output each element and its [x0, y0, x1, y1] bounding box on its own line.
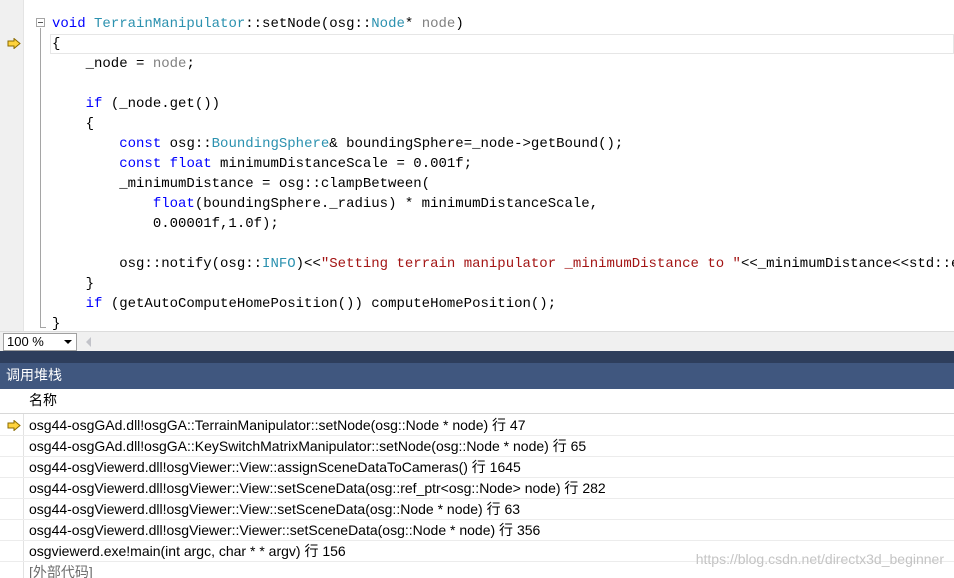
- code-token: float: [169, 156, 212, 172]
- code-line[interactable]: [52, 234, 954, 254]
- code-token: if: [85, 296, 103, 312]
- code-line[interactable]: }: [52, 314, 954, 331]
- outline-margin: [24, 0, 46, 331]
- chevron-down-icon: [64, 340, 72, 344]
- callstack-panel: 名称 osg44-osgGAd.dll!osgGA::TerrainManipu…: [0, 389, 954, 578]
- current-statement-arrow-icon: [7, 38, 21, 49]
- code-line[interactable]: if (_node.get()): [52, 94, 954, 114]
- scroll-left-icon[interactable]: [86, 337, 91, 347]
- outline-line: [40, 28, 41, 328]
- code-token: ;: [186, 56, 195, 72]
- watermark: https://blog.csdn.net/directx3d_beginner: [695, 551, 944, 567]
- code-token: & boundingSphere=_node->getBound();: [329, 136, 624, 152]
- panel-splitter[interactable]: [0, 351, 954, 363]
- callstack-header[interactable]: 名称: [0, 389, 954, 414]
- current-frame-arrow-icon: [7, 420, 21, 431]
- code-token: osg::: [161, 136, 212, 152]
- frame-name: osg44-osgViewerd.dll!osgViewer::View::se…: [29, 480, 606, 496]
- outline-end: [40, 327, 46, 328]
- code-token: INFO: [262, 256, 296, 272]
- code-token: osg::notify(osg::: [52, 256, 263, 272]
- code-token: const: [119, 136, 162, 152]
- code-token: {: [52, 36, 61, 52]
- zoom-value: 100 %: [7, 334, 44, 349]
- code-line[interactable]: void TerrainManipulator::setNode(osg::No…: [52, 14, 954, 34]
- zoom-dropdown[interactable]: 100 %: [3, 333, 77, 351]
- callstack-row[interactable]: osg44-osgGAd.dll!osgGA::KeySwitchMatrixM…: [0, 436, 954, 457]
- code-token: TerrainManipulator: [94, 16, 246, 32]
- code-token: }: [52, 276, 95, 292]
- code-line[interactable]: }: [52, 274, 954, 294]
- callstack-row[interactable]: osg44-osgViewerd.dll!osgViewer::View::se…: [0, 478, 954, 499]
- code-token: )<<: [295, 256, 321, 272]
- frame-name: osg44-osgGAd.dll!osgGA::TerrainManipulat…: [29, 417, 526, 433]
- callstack-row[interactable]: osg44-osgViewerd.dll!osgViewer::View::as…: [0, 457, 954, 478]
- code-token: node: [152, 56, 187, 72]
- name-column-header[interactable]: 名称: [29, 389, 57, 414]
- code-line[interactable]: const osg::BoundingSphere& boundingSpher…: [52, 134, 954, 154]
- code-line[interactable]: 0.00001f,1.0f);: [52, 214, 954, 234]
- code-token: (_node.get()): [102, 96, 221, 112]
- code-token: {: [52, 116, 95, 132]
- code-token: "Setting terrain manipulator _minimumDis…: [320, 256, 741, 272]
- code-token: 0.00001f,1.0f);: [52, 216, 279, 232]
- code-token: *: [404, 16, 422, 32]
- code-line[interactable]: float(boundingSphere._radius) * minimumD…: [52, 194, 954, 214]
- frame-name: osg44-osgViewerd.dll!osgViewer::Viewer::…: [29, 522, 541, 538]
- code-token: node: [421, 16, 456, 32]
- code-token: minimumDistanceScale = 0.001f;: [211, 156, 473, 172]
- code-token: _node =: [52, 56, 153, 72]
- callstack-row[interactable]: osg44-osgViewerd.dll!osgViewer::Viewer::…: [0, 520, 954, 541]
- code-token: (boundingSphere._radius) * minimumDistan…: [194, 196, 599, 212]
- code-token: Node: [371, 16, 405, 32]
- code-line[interactable]: {: [52, 34, 954, 54]
- frame-name: [外部代码]: [29, 564, 93, 578]
- code-text[interactable]: void TerrainManipulator::setNode(osg::No…: [52, 14, 954, 331]
- code-token: const: [119, 156, 162, 172]
- code-token: void: [52, 16, 86, 32]
- callstack-row[interactable]: osg44-osgViewerd.dll!osgViewer::View::se…: [0, 499, 954, 520]
- code-token: BoundingSphere: [211, 136, 330, 152]
- frame-name: osg44-osgViewerd.dll!osgViewer::View::as…: [29, 459, 521, 475]
- code-token: ): [455, 16, 464, 32]
- code-token: _minimumDistance = osg::clampBetween(: [52, 176, 431, 192]
- indicator-margin[interactable]: [0, 0, 24, 331]
- callstack-title: 调用堆栈: [0, 363, 954, 389]
- frame-name: osg44-osgGAd.dll!osgGA::KeySwitchMatrixM…: [29, 438, 587, 454]
- code-line[interactable]: if (getAutoComputeHomePosition()) comput…: [52, 294, 954, 314]
- code-token: if: [85, 96, 103, 112]
- code-line[interactable]: _node = node;: [52, 54, 954, 74]
- code-token: }: [52, 316, 61, 331]
- code-token: ::setNode(osg::: [245, 16, 372, 32]
- editor-status-bar: 100 %: [0, 331, 954, 351]
- code-line[interactable]: {: [52, 114, 954, 134]
- code-editor[interactable]: void TerrainManipulator::setNode(osg::No…: [0, 0, 954, 331]
- callstack-row[interactable]: osg44-osgGAd.dll!osgGA::TerrainManipulat…: [0, 415, 954, 436]
- code-token: float: [152, 196, 195, 212]
- code-token: <<_minimumDistance<<std::endl;: [740, 256, 954, 272]
- code-line[interactable]: osg::notify(osg::INFO)<<"Setting terrain…: [52, 254, 954, 274]
- frame-name: osgviewerd.exe!main(int argc, char * * a…: [29, 543, 346, 559]
- frame-name: osg44-osgViewerd.dll!osgViewer::View::se…: [29, 501, 521, 517]
- code-line[interactable]: [52, 74, 954, 94]
- code-line[interactable]: const float minimumDistanceScale = 0.001…: [52, 154, 954, 174]
- code-line[interactable]: _minimumDistance = osg::clampBetween(: [52, 174, 954, 194]
- collapse-toggle[interactable]: [36, 18, 45, 27]
- code-token: (getAutoComputeHomePosition()) computeHo…: [102, 296, 557, 312]
